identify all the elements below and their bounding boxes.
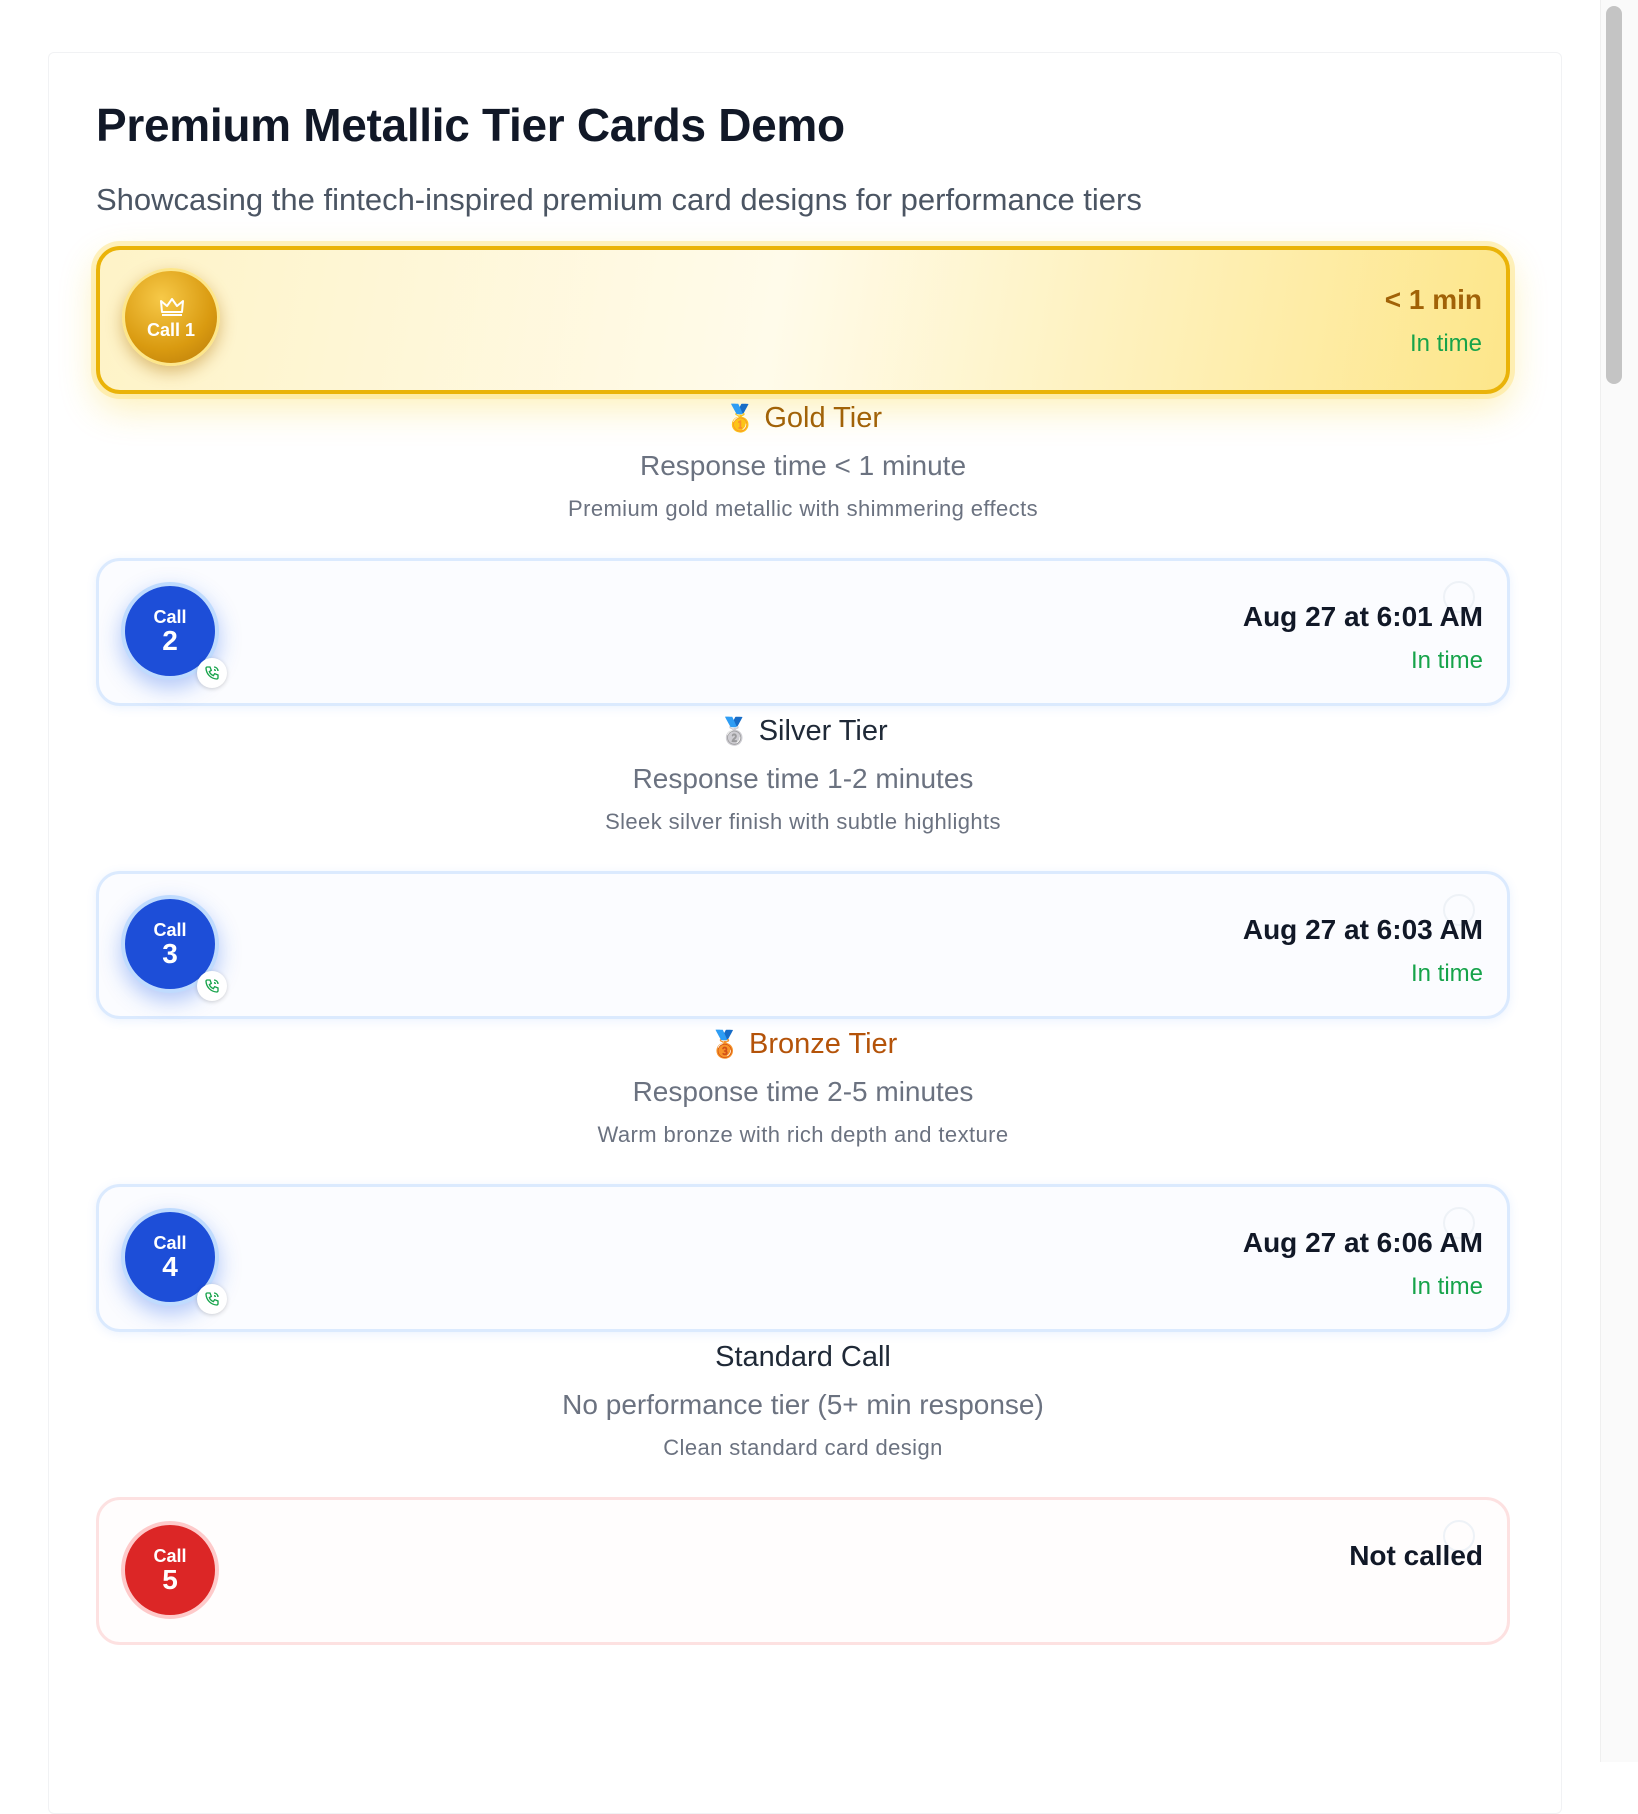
- bronze-medal-icon: 🥉: [708, 1029, 742, 1059]
- call-badge-number: 4: [162, 1251, 178, 1282]
- tier-description: Premium gold metallic with shimmering ef…: [568, 496, 1038, 521]
- tier-description: Sleek silver finish with subtle highligh…: [605, 809, 1001, 834]
- call-badge-3: Call 3: [121, 895, 227, 1001]
- tier-name: Standard Call: [715, 1341, 891, 1373]
- call-card-4[interactable]: Call 4 Aug 27 at 6:06 AM In time: [96, 1184, 1510, 1332]
- scrollbar-thumb[interactable]: [1606, 6, 1622, 384]
- call-badge-1: Call 1: [122, 268, 220, 366]
- phone-icon: [197, 1284, 227, 1314]
- tier-description: Clean standard card design: [663, 1435, 943, 1460]
- call-badge-4: Call 4: [121, 1208, 227, 1314]
- gold-medal-icon: 🥇: [723, 403, 757, 433]
- crown-icon: [160, 298, 184, 316]
- call-badge-number: 5: [162, 1564, 178, 1595]
- call-card-2[interactable]: Call 2 Aug 27 at 6:01 AM In time: [96, 558, 1510, 706]
- silver-medal-icon: 🥈: [718, 716, 751, 746]
- call-badge-word: Call: [153, 1233, 187, 1253]
- call-badge-5: Call 5: [121, 1521, 219, 1619]
- call-time: Not called: [1349, 1540, 1483, 1571]
- call-time: < 1 min: [1384, 284, 1482, 315]
- call-time: Aug 27 at 6:01 AM: [1242, 601, 1483, 632]
- call-badge-number: 3: [162, 938, 178, 969]
- call-card-3[interactable]: Call 3 Aug 27 at 6:03 AM In time: [96, 871, 1510, 1019]
- tier-response-time: No performance tier (5+ min response): [562, 1389, 1044, 1420]
- call-status: In time: [1410, 647, 1483, 674]
- call-badge-word: Call: [153, 1546, 187, 1566]
- phone-icon: [197, 658, 227, 688]
- call-badge-label: Call 1: [146, 320, 196, 340]
- call-time: Aug 27 at 6:03 AM: [1242, 914, 1483, 945]
- tier-response-time: Response time < 1 minute: [639, 450, 967, 481]
- tier-name: 🥈 Silver Tier: [718, 715, 888, 747]
- call-status: In time: [1410, 960, 1483, 987]
- call-status: In time: [1409, 330, 1482, 357]
- call-badge-2: Call 2: [121, 582, 227, 688]
- call-badge-number: 2: [162, 625, 178, 656]
- page-title: Premium Metallic Tier Cards Demo: [96, 99, 845, 151]
- tier-response-time: Response time 1-2 minutes: [632, 763, 974, 794]
- tier-name: 🥇 Gold Tier: [723, 402, 883, 434]
- call-card-1-gold[interactable]: Call 1 < 1 min In time: [96, 246, 1510, 394]
- page-subtitle: Showcasing the fintech-inspired premium …: [96, 182, 1142, 217]
- call-time: Aug 27 at 6:06 AM: [1242, 1227, 1483, 1258]
- tier-response-time: Response time 2-5 minutes: [632, 1076, 974, 1107]
- tier-name: 🥉 Bronze Tier: [708, 1028, 898, 1060]
- phone-icon: [197, 971, 227, 1001]
- tier-description: Warm bronze with rich depth and texture: [597, 1122, 1009, 1147]
- call-status: In time: [1410, 1273, 1483, 1300]
- call-badge-word: Call: [153, 607, 187, 627]
- call-card-5[interactable]: Call 5 Not called: [96, 1497, 1510, 1645]
- call-badge-word: Call: [153, 920, 187, 940]
